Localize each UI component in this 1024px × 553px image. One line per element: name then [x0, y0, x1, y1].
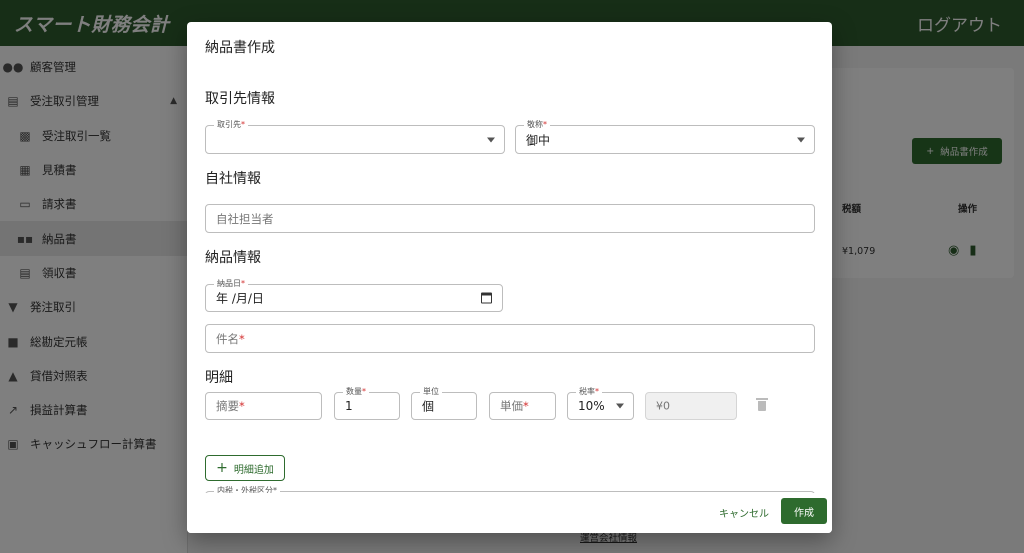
delivery-date-input[interactable]: 納品日* 年 /月/日 — [205, 278, 503, 312]
dropdown-arrow-icon — [487, 137, 495, 142]
unit-label: 単位 — [420, 386, 442, 398]
create-delivery-note-dialog: 納品書作成 取引先情報 取引先* 敬称* 御中 自社情報 自社担当者 納品情報 … — [187, 22, 832, 533]
dialog-actions: キャンセル 作成 — [187, 493, 832, 533]
honorific-select-label: 敬称* — [524, 119, 550, 131]
subject-input[interactable]: 件名* — [205, 324, 815, 353]
delivery-date-label: 納品日* — [214, 278, 248, 290]
cancel-button[interactable]: キャンセル — [715, 501, 773, 524]
dropdown-arrow-icon — [616, 403, 624, 409]
quantity-value: 1 — [345, 399, 353, 413]
delete-line-icon[interactable] — [756, 398, 768, 411]
add-line-item-label: 明細追加 — [233, 464, 274, 476]
summary-placeholder: 摘要* — [216, 399, 245, 413]
quantity-label: 数量* — [343, 386, 369, 398]
dropdown-arrow-icon — [797, 137, 805, 142]
dialog-title: 納品書作成 — [205, 40, 275, 56]
amount-value: ¥0 — [656, 399, 670, 413]
delivery-date-value: 年 /月/日 — [216, 291, 264, 306]
section-client-info: 取引先情報 — [205, 91, 275, 107]
add-line-item-button[interactable]: + 明細追加 — [205, 455, 285, 481]
section-delivery-info: 納品情報 — [205, 250, 261, 266]
quantity-input[interactable]: 数量* 1 — [334, 386, 400, 420]
client-select-label: 取引先* — [214, 119, 248, 131]
subject-input-placeholder: 件名* — [216, 331, 245, 346]
honorific-select-value: 御中 — [526, 133, 551, 147]
tax-rate-value: 10% — [578, 399, 605, 413]
amount-field: ¥0 — [645, 392, 737, 420]
unit-price-placeholder: 単価* — [500, 399, 529, 413]
client-select[interactable]: 取引先* — [205, 119, 505, 154]
plus-icon: + — [216, 460, 228, 476]
create-button[interactable]: 作成 — [781, 498, 827, 524]
tax-rate-label: 税率* — [576, 386, 602, 398]
staff-input-placeholder: 自社担当者 — [216, 211, 274, 226]
section-company-info: 自社情報 — [205, 171, 261, 187]
summary-input[interactable]: 摘要* — [205, 392, 322, 420]
calendar-icon[interactable] — [481, 292, 492, 304]
tax-rate-select[interactable]: 税率* 10% — [567, 386, 634, 420]
unit-price-input[interactable]: 単価* — [489, 392, 556, 420]
staff-input[interactable]: 自社担当者 — [205, 204, 815, 233]
honorific-select[interactable]: 敬称* 御中 — [515, 119, 815, 154]
unit-input[interactable]: 単位 個 — [411, 386, 477, 420]
section-details: 明細 — [205, 370, 233, 386]
unit-value: 個 — [422, 399, 435, 414]
